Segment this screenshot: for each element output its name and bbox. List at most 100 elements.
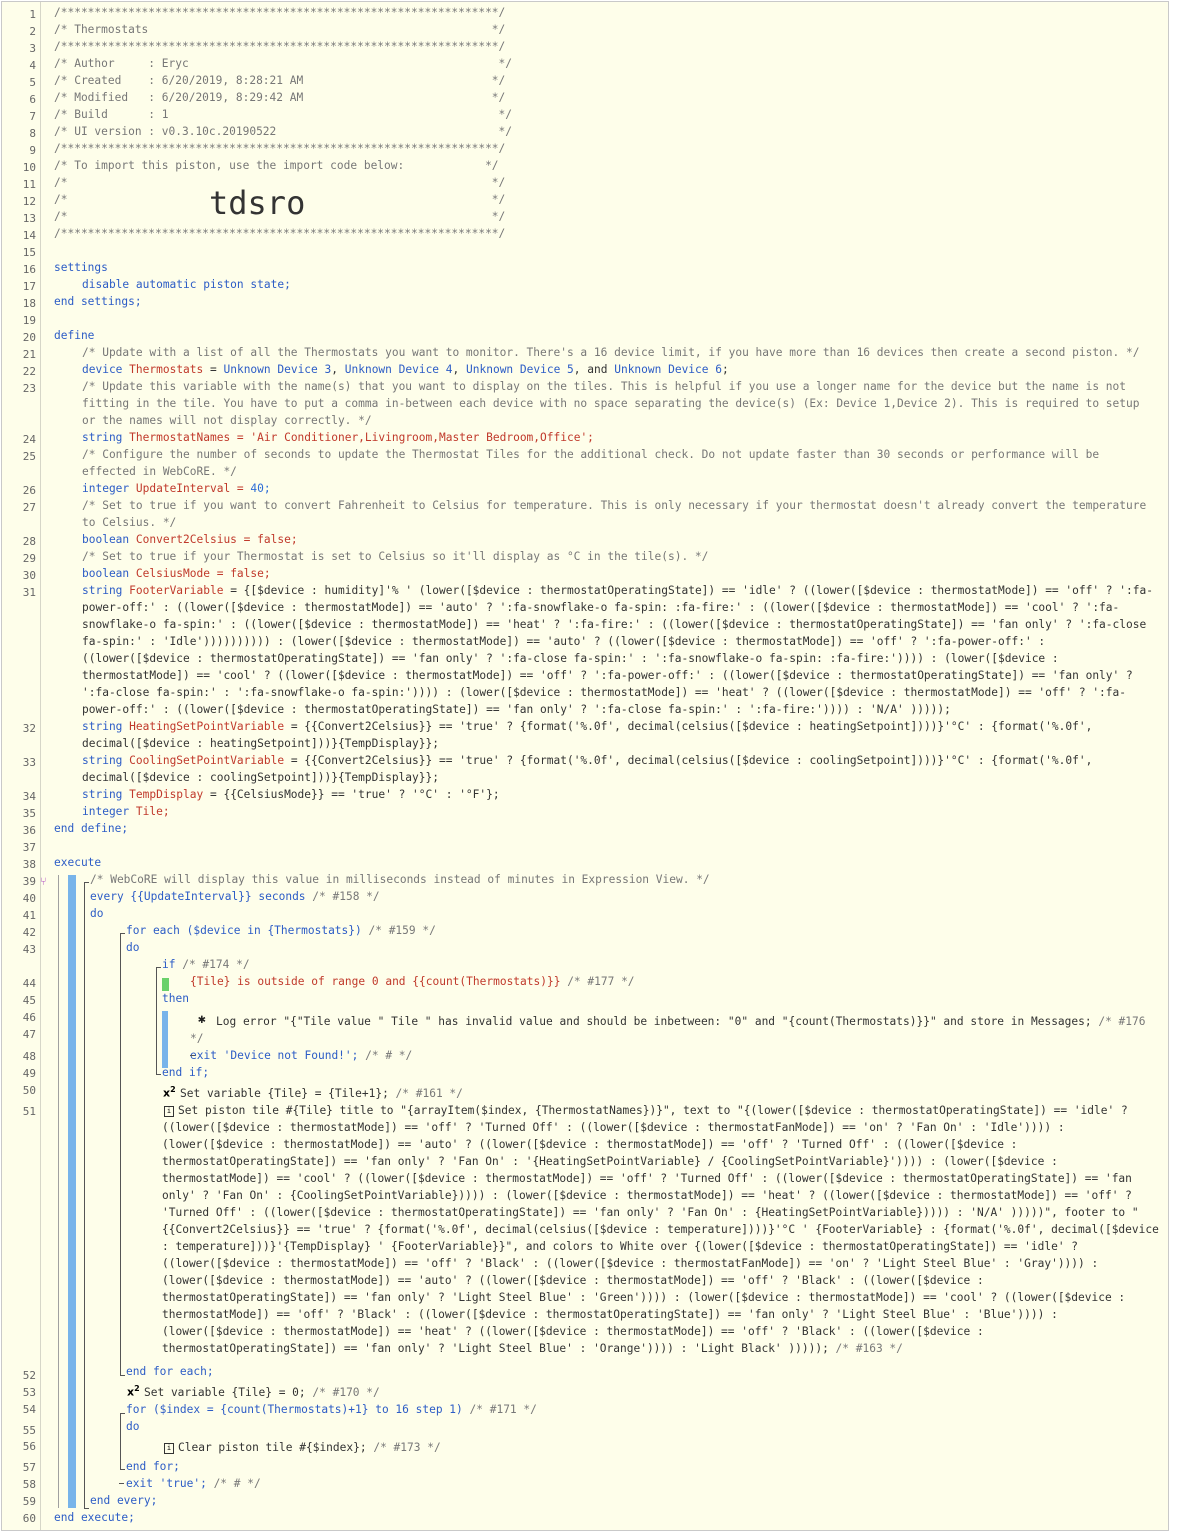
tile-statement-line[interactable]: (lower([$device : thermostatMode]) == 'a… [162, 1136, 1158, 1153]
statement-id: /* #163 */ [835, 1342, 903, 1355]
tile-statement-line[interactable]: ((lower([$device : thermostatMode]) == '… [162, 1119, 1158, 1136]
code-token: , and [573, 363, 615, 376]
tile-statement: (lower([$device : thermostatMode]) == 'h… [162, 1325, 984, 1338]
tile-statement-line[interactable]: (lower([$device : thermostatMode]) == 'a… [162, 1272, 1158, 1289]
tile-statement-line[interactable]: thermostatOperatingState]) == 'fan only'… [162, 1289, 1158, 1306]
tile-statement-line[interactable]: ((lower([$device : thermostatMode]) == '… [162, 1255, 1158, 1272]
line-number: 37 [22, 841, 36, 854]
define-keyword: define [54, 329, 95, 342]
tile-statement-line[interactable]: 'Turned Off' : ((lower([$device : thermo… [162, 1204, 1158, 1221]
tile-statement-line[interactable]: thermostatMode]) == 'off' ? 'Black' : ((… [162, 1306, 1158, 1323]
line-number: 48 [22, 1050, 36, 1063]
set-variable-line[interactable]: Set variable {Tile} = {Tile+1}; /* #161 … [180, 1085, 1158, 1102]
tile-icon: i [164, 1443, 174, 1454]
define-comment: fitting in the tile. You have to put a c… [82, 397, 1140, 410]
line-number: 40 [22, 892, 36, 905]
line-number: 60 [22, 1512, 36, 1525]
tile-statement-line[interactable]: only' ? 'Fan On' : {CoolingSetPointVaria… [162, 1187, 1158, 1204]
statement-id: /* #170 */ [312, 1386, 380, 1399]
code-line: string HeatingSetPointVariable = {{Conve… [82, 718, 1158, 735]
line-number: 14 [22, 229, 36, 242]
log-statement-line[interactable]: Log error "{"Tile value " Tile " has inv… [216, 1013, 1158, 1030]
code-line: /* Build : 1 */ [54, 106, 1158, 123]
code-line: /* UI version : v0.3.10c.20190522 */ [54, 123, 1158, 140]
every-block[interactable]: every {{UpdateInterval}} seconds /* #158… [90, 888, 1158, 905]
for-block[interactable]: for ($index = {count(Thermostats)+1} to … [126, 1401, 1158, 1418]
type-keyword: string [82, 431, 130, 444]
set-variable-statement: Set variable {Tile} = 0; [144, 1386, 313, 1399]
line-number: 35 [22, 807, 36, 820]
tile-statement-line[interactable]: {{Convert2Celsius}} == 'true' ? {format(… [162, 1221, 1159, 1238]
line-number: 28 [22, 535, 36, 548]
line-number: 25 [22, 450, 36, 463]
header-border: /***************************************… [54, 6, 506, 19]
tile-statement: 'Turned Off' : ((lower([$device : thermo… [162, 1206, 1139, 1219]
exit-statement-line[interactable]: exit 'Device not Found!'; /* # */ [190, 1047, 1158, 1064]
line-number: 31 [22, 586, 36, 599]
condition-indicator [162, 978, 169, 991]
statement-id: /* #159 */ [368, 924, 436, 937]
type-keyword: boolean [82, 567, 136, 580]
log-statement: Log error "{"Tile value " Tile " has inv… [216, 1015, 1099, 1028]
variable-name: ThermostatNames = [129, 431, 251, 444]
execute-guide-line [58, 875, 59, 1508]
tile-statement: ((lower([$device : thermostatMode]) == '… [162, 1121, 1065, 1134]
line-number: 55 [22, 1424, 36, 1437]
tile-statement-line[interactable]: thermostatMode]) == 'cool' ? ((lower([$d… [162, 1170, 1158, 1187]
bool-value: false; [257, 533, 298, 546]
expression: ((lower([$device : thermostatOperatingSt… [82, 652, 1059, 665]
code-line: snowflake-o fa-spin:' : ((lower([$device… [82, 616, 1158, 633]
code-line: /***************************************… [54, 225, 1158, 242]
tile-statement-line[interactable]: thermostatOperatingState]) == 'fan only'… [162, 1153, 1158, 1170]
type-keyword: string [82, 584, 130, 597]
tile-statement-line[interactable]: (lower([$device : thermostatMode]) == 'h… [162, 1323, 1158, 1340]
tile-statement: Set piston tile #{Tile} title to "{array… [178, 1104, 1128, 1117]
set-variable-line[interactable]: Set variable {Tile} = 0; /* #170 */ [144, 1384, 1158, 1401]
then-keyword: then [162, 992, 189, 1005]
line-number: 59 [22, 1495, 36, 1508]
line-number: 23 [22, 382, 36, 395]
line-number: 18 [22, 297, 36, 310]
then-block-bar [162, 1011, 168, 1068]
line-number: 19 [22, 314, 36, 327]
set-variable-statement: Set variable {Tile} = {Tile+1}; [180, 1087, 396, 1100]
line-number: 53 [22, 1386, 36, 1399]
exit-statement-line[interactable]: exit 'true'; /* # */ [126, 1475, 1158, 1492]
set-variable-icon: x2 [163, 1085, 176, 1100]
code-line: /* WebCoRE will display this value in mi… [90, 871, 1158, 888]
clear-tile-line[interactable]: Clear piston tile #{$index}; /* #173 */ [178, 1439, 1158, 1456]
tile-statement-line[interactable]: thermostatOperatingState]) == 'fan only'… [162, 1340, 1158, 1357]
if-block[interactable]: if /* #174 */ [162, 956, 1158, 973]
line-number: 58 [22, 1478, 36, 1491]
code-line: fitting in the tile. You have to put a c… [82, 395, 1158, 412]
expression: = {{CelsiusMode}} == 'true' ? '°C' : '°F… [209, 788, 500, 801]
header-import-note: /* To import this piston, use the import… [54, 159, 499, 172]
statement-id: */ [190, 1032, 204, 1045]
code-line: effected in WebCoRE. */ [82, 463, 1158, 480]
tile-statement: thermostatMode]) == 'cool' ? ((lower([$d… [162, 1172, 1132, 1185]
exit-statement: exit 'Device not Found!'; [190, 1049, 366, 1062]
line-number: 42 [22, 926, 36, 939]
code-line: do [90, 905, 1158, 922]
do-keyword: do [126, 941, 140, 954]
device-ref: Unknown Device 3 [223, 363, 332, 376]
device-ref: Unknown Device 5 [466, 363, 574, 376]
define-comment: /* Set to true if you want to convert Fa… [82, 499, 1147, 512]
code-line: /***************************************… [54, 140, 1158, 157]
variable-name: UpdateInterval = [135, 482, 251, 495]
condition: {Tile} is outside of range 0 and {{count… [190, 975, 568, 988]
code-line: end for; [126, 1458, 1158, 1475]
code-line: end settings; [54, 293, 1158, 310]
tile-statement: (lower([$device : thermostatMode]) == 'a… [162, 1138, 1018, 1151]
for-each-block[interactable]: for each ($device in {Thermostats}) /* #… [126, 922, 1158, 939]
end-if: end if; [162, 1066, 210, 1079]
tile-statement-line[interactable]: Set piston tile #{Tile} title to "{array… [178, 1102, 1158, 1119]
statement-id: /* #161 */ [395, 1087, 463, 1100]
end-for-each: end for each; [126, 1365, 214, 1378]
line-number: 11 [22, 178, 36, 191]
tile-statement: thermostatOperatingState]) == 'fan only'… [162, 1155, 1058, 1168]
tile-statement-line[interactable]: : temperature]))}'{TempDisplay} ' {Foote… [162, 1238, 1158, 1255]
code-line: define [54, 327, 1158, 344]
line-number: 10 [22, 161, 36, 174]
condition-line[interactable]: {Tile} is outside of range 0 and {{count… [190, 973, 1158, 990]
